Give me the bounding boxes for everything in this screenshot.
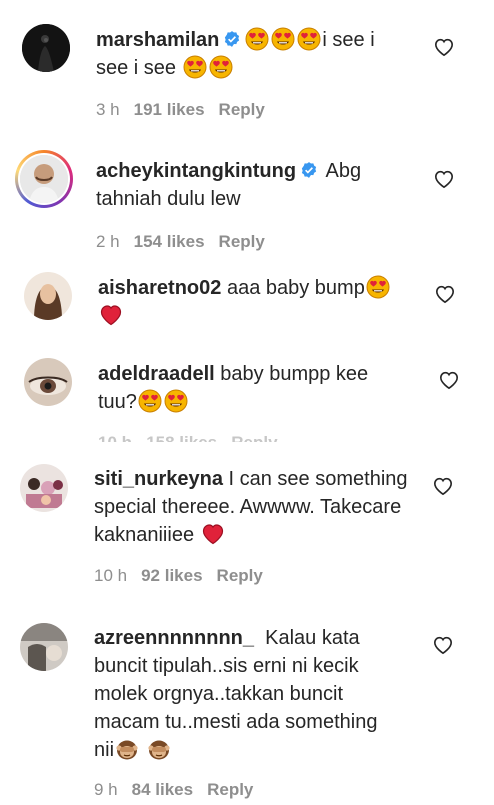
see-no-evil-monkey-emoji bbox=[147, 737, 171, 761]
avatar[interactable] bbox=[20, 623, 68, 671]
heart-outline-icon[interactable] bbox=[433, 169, 455, 189]
comment-time: 10 h bbox=[94, 566, 128, 585]
comment-time: 3 h bbox=[96, 100, 120, 119]
comment-body: Kalau kata bbox=[265, 627, 360, 649]
comment-text: azreennnnnnnn_ Kalau kata buncit tipulah.… bbox=[94, 624, 424, 764]
comment-body: tuu? bbox=[98, 391, 137, 413]
avatar[interactable] bbox=[22, 24, 70, 72]
comment-text: aisharetno02 aaa baby bump bbox=[98, 274, 418, 330]
comment-meta: 10 h 92 likes Reply bbox=[94, 566, 277, 586]
comment-text: adeldraadell baby bumpp kee tuu? bbox=[98, 360, 418, 416]
heart-eyes-emoji bbox=[245, 27, 269, 51]
likes-count[interactable]: 92 likes bbox=[141, 566, 202, 585]
comment-body: molek orgnya..takkan buncit bbox=[94, 683, 344, 705]
comment-body: nii bbox=[94, 739, 115, 761]
comment-body: tahniah dulu lew bbox=[96, 188, 241, 210]
comment-text: acheykintangkintung Abg tahniah dulu lew bbox=[96, 157, 416, 213]
story-ring[interactable] bbox=[15, 150, 73, 208]
comment-text: marshamilan i see i see i see bbox=[96, 26, 416, 82]
comment-meta: 3 h 191 likes Reply bbox=[96, 100, 279, 120]
username-link[interactable]: marshamilan bbox=[96, 29, 219, 51]
comment-body: I can see something bbox=[228, 468, 408, 490]
heart-outline-icon[interactable] bbox=[432, 476, 454, 496]
comment-body: special thereee. Awwww. Takecare bbox=[94, 496, 402, 518]
avatar[interactable] bbox=[20, 464, 68, 512]
comment-meta: 10 h 158 likes Reply bbox=[98, 432, 278, 442]
heart-eyes-emoji bbox=[164, 389, 188, 413]
comment-time: 9 h bbox=[94, 780, 118, 799]
likes-count[interactable]: 84 likes bbox=[132, 780, 193, 799]
heart-eyes-emoji bbox=[297, 27, 321, 51]
likes-count[interactable]: 191 likes bbox=[134, 100, 205, 119]
comment-body: i see i bbox=[322, 29, 375, 51]
heart-eyes-emoji bbox=[271, 27, 295, 51]
likes-count[interactable]: 154 likes bbox=[134, 232, 205, 251]
heart-outline-icon[interactable] bbox=[433, 37, 455, 57]
comment-meta: 2 h 154 likes Reply bbox=[96, 232, 279, 252]
username-link[interactable]: aisharetno02 bbox=[98, 277, 221, 299]
username-link[interactable]: acheykintangkintung bbox=[96, 160, 296, 182]
comment-item: azreennnnnnnn_ Kalau kata buncit tipulah.… bbox=[0, 605, 494, 805]
comment-body: macam tu..mesti ada something bbox=[94, 711, 378, 733]
heart-outline-icon[interactable] bbox=[434, 284, 456, 304]
verified-badge-icon bbox=[300, 161, 318, 179]
username-link[interactable]: adeldraadell bbox=[98, 363, 215, 385]
reply-button[interactable]: Reply bbox=[231, 433, 277, 442]
reply-button[interactable]: Reply bbox=[217, 566, 263, 585]
comment-meta: 9 h 84 likes Reply bbox=[94, 780, 267, 800]
heart-eyes-emoji bbox=[209, 55, 233, 79]
heart-eyes-emoji bbox=[366, 275, 390, 299]
heart-outline-icon[interactable] bbox=[438, 370, 460, 390]
avatar[interactable] bbox=[20, 155, 68, 203]
comment-text: siti_nurkeyna I can see something special… bbox=[94, 465, 424, 549]
comment-body: buncit tipulah..sis erni ni kecik bbox=[94, 655, 359, 677]
avatar[interactable] bbox=[24, 358, 72, 406]
red-heart-emoji bbox=[99, 303, 123, 327]
see-no-evil-monkey-emoji bbox=[115, 737, 139, 761]
comment-item: acheykintangkintung Abg tahniah dulu lew … bbox=[0, 140, 494, 260]
comment-body: Abg bbox=[325, 160, 362, 182]
comment-body: kaknaniiiee bbox=[94, 524, 195, 546]
comment-time: 2 h bbox=[96, 232, 120, 251]
heart-eyes-emoji bbox=[183, 55, 207, 79]
comment-item: aisharetno02 aaa baby bump bbox=[0, 260, 494, 350]
comment-time: 10 h bbox=[98, 433, 132, 442]
username-link[interactable]: siti_nurkeyna bbox=[94, 468, 223, 490]
verified-badge-icon bbox=[223, 30, 241, 48]
username-link[interactable]: azreennnnnnnn_ bbox=[94, 627, 254, 649]
heart-eyes-emoji bbox=[138, 389, 162, 413]
red-heart-emoji bbox=[201, 522, 225, 546]
avatar[interactable] bbox=[24, 272, 72, 320]
comment-body: aaa baby bump bbox=[226, 277, 365, 299]
comment-item: siti_nurkeyna I can see something special… bbox=[0, 455, 494, 605]
reply-button[interactable]: Reply bbox=[219, 100, 265, 119]
heart-outline-icon[interactable] bbox=[432, 635, 454, 655]
reply-button[interactable]: Reply bbox=[219, 232, 265, 251]
likes-count[interactable]: 158 likes bbox=[146, 433, 217, 442]
reply-button[interactable]: Reply bbox=[207, 780, 253, 799]
comment-body: baby bumpp kee bbox=[220, 363, 369, 385]
comment-item: marshamilan i see i see i see 3 h 191 likes… bbox=[0, 0, 494, 140]
comment-body: see i see bbox=[96, 57, 177, 79]
